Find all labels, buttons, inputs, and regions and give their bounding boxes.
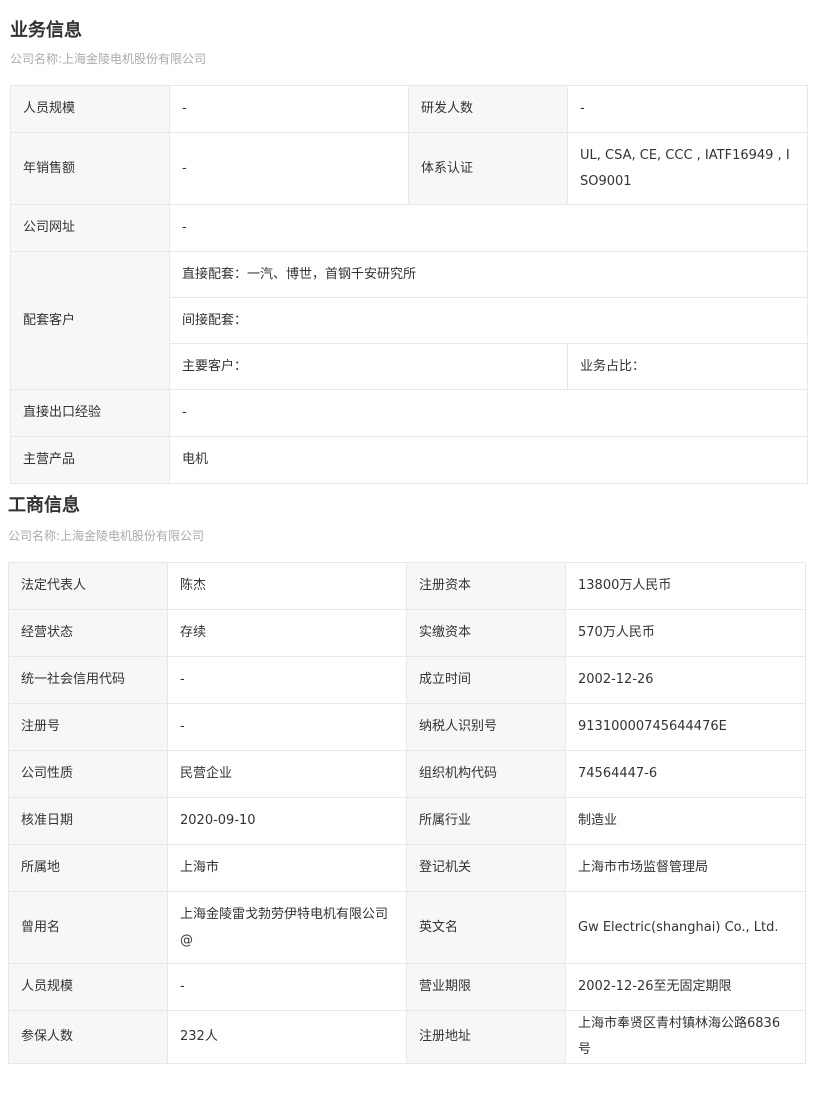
table-row: 统一社会信用代码 - 成立时间 2002-12-26	[8, 656, 806, 704]
commerce-field-value: 570万人民币	[565, 609, 806, 657]
table-row: 参保人数 232人 注册地址 上海市奉贤区青村镇林海公路6836号	[8, 1010, 806, 1064]
annual-sales-label: 年销售额	[10, 132, 170, 205]
export-experience-label: 直接出口经验	[10, 389, 170, 437]
export-experience-value: -	[169, 389, 808, 437]
annual-sales-value: -	[169, 132, 409, 205]
main-customer-value: 主要客户：	[169, 343, 568, 390]
commerce-info-title: 工商信息	[8, 495, 80, 516]
commerce-field-value: -	[167, 963, 407, 1011]
table-row: 曾用名 上海金陵雷戈勃劳伊特电机有限公司@ 英文名 Gw Electric(shang…	[8, 891, 806, 964]
business-info-title: 业务信息	[10, 20, 82, 41]
rd-staff-value: -	[567, 85, 808, 133]
table-row: 主营产品 电机	[10, 436, 808, 484]
main-product-label: 主营产品	[10, 436, 170, 484]
direct-match-value: 直接配套：一汽、博世，首钢千安研究所	[169, 251, 808, 298]
commerce-field-value: 制造业	[565, 797, 806, 845]
commerce-field-label: 所属地	[8, 844, 168, 892]
commerce-field-label: 参保人数	[8, 1010, 168, 1064]
table-row: 人员规模 - 研发人数 -	[10, 85, 808, 133]
commerce-field-value: 上海市	[167, 844, 407, 892]
commerce-field-value: 13800万人民币	[565, 562, 806, 610]
indirect-match-value: 间接配套：	[169, 297, 808, 344]
commerce-field-value: 2020-09-10	[167, 797, 407, 845]
table-row: 公司性质 民营企业 组织机构代码 74564447-6	[8, 750, 806, 798]
commerce-field-label: 核准日期	[8, 797, 168, 845]
commerce-field-value: 上海市市场监督管理局	[565, 844, 806, 892]
commerce-field-label: 营业期限	[406, 963, 566, 1011]
certification-value: UL, CSA, CE, CCC , IATF16949 , ISO9001	[567, 132, 808, 205]
commerce-field-value: -	[167, 703, 407, 751]
commerce-field-label: 统一社会信用代码	[8, 656, 168, 704]
customers-label: 配套客户	[10, 251, 170, 390]
commerce-company-name: 公司名称:上海金陵电机股份有限公司	[8, 529, 205, 543]
commerce-field-label: 所属行业	[406, 797, 566, 845]
table-row: 直接出口经验 -	[10, 389, 808, 437]
commerce-field-label: 纳税人识别号	[406, 703, 566, 751]
commerce-field-label: 注册资本	[406, 562, 566, 610]
commerce-field-value: 91310000745644476E	[565, 703, 806, 751]
staff-size-label: 人员规模	[10, 85, 170, 133]
website-value: -	[169, 204, 808, 252]
commerce-field-value: 陈杰	[167, 562, 407, 610]
main-product-value: 电机	[169, 436, 808, 484]
website-label: 公司网址	[10, 204, 170, 252]
commerce-field-label: 注册号	[8, 703, 168, 751]
commerce-field-label: 英文名	[406, 891, 566, 964]
table-row: 经营状态 存续 实缴资本 570万人民币	[8, 609, 806, 657]
business-info-table: 人员规模 - 研发人数 - 年销售额 - 体系认证 UL, CSA, CE, C…	[10, 85, 808, 484]
table-row: 法定代表人 陈杰 注册资本 13800万人民币	[8, 562, 806, 610]
commerce-field-label: 实缴资本	[406, 609, 566, 657]
commerce-field-value: Gw Electric(shanghai) Co., Ltd.	[565, 891, 806, 964]
commerce-field-label: 人员规模	[8, 963, 168, 1011]
commerce-field-label: 曾用名	[8, 891, 168, 964]
certification-label: 体系认证	[408, 132, 568, 205]
commerce-info-table: 法定代表人 陈杰 注册资本 13800万人民币 经营状态 存续 实缴资本 570万人民币 统一社…	[8, 562, 806, 1064]
table-row: 年销售额 - 体系认证 UL, CSA, CE, CCC , IATF16949…	[10, 132, 808, 205]
commerce-field-label: 组织机构代码	[406, 750, 566, 798]
commerce-field-label: 经营状态	[8, 609, 168, 657]
staff-size-value: -	[169, 85, 409, 133]
commerce-field-value: 2002-12-26	[565, 656, 806, 704]
business-share-value: 业务占比：	[567, 343, 808, 390]
table-row: 公司网址 -	[10, 204, 808, 252]
commerce-field-label: 登记机关	[406, 844, 566, 892]
commerce-field-value: 232人	[167, 1010, 407, 1064]
commerce-field-value: 2002-12-26至无固定期限	[565, 963, 806, 1011]
rd-staff-label: 研发人数	[408, 85, 568, 133]
commerce-field-label: 注册地址	[406, 1010, 566, 1064]
table-row: 注册号 - 纳税人识别号 91310000745644476E	[8, 703, 806, 751]
table-row: 核准日期 2020-09-10 所属行业 制造业	[8, 797, 806, 845]
table-row: 配套客户 直接配套：一汽、博世，首钢千安研究所	[10, 251, 808, 390]
commerce-field-value: -	[167, 656, 407, 704]
business-company-name: 公司名称:上海金陵电机股份有限公司	[10, 52, 207, 66]
commerce-field-value: 上海金陵雷戈勃劳伊特电机有限公司@	[167, 891, 407, 964]
commerce-field-label: 公司性质	[8, 750, 168, 798]
commerce-field-label: 法定代表人	[8, 562, 168, 610]
commerce-field-label: 成立时间	[406, 656, 566, 704]
commerce-field-value: 上海市奉贤区青村镇林海公路6836号	[565, 1010, 806, 1064]
commerce-field-value: 民营企业	[167, 750, 407, 798]
table-row: 所属地 上海市 登记机关 上海市市场监督管理局	[8, 844, 806, 892]
table-row: 人员规模 - 营业期限 2002-12-26至无固定期限	[8, 963, 806, 1011]
commerce-field-value: 74564447-6	[565, 750, 806, 798]
commerce-field-value: 存续	[167, 609, 407, 657]
